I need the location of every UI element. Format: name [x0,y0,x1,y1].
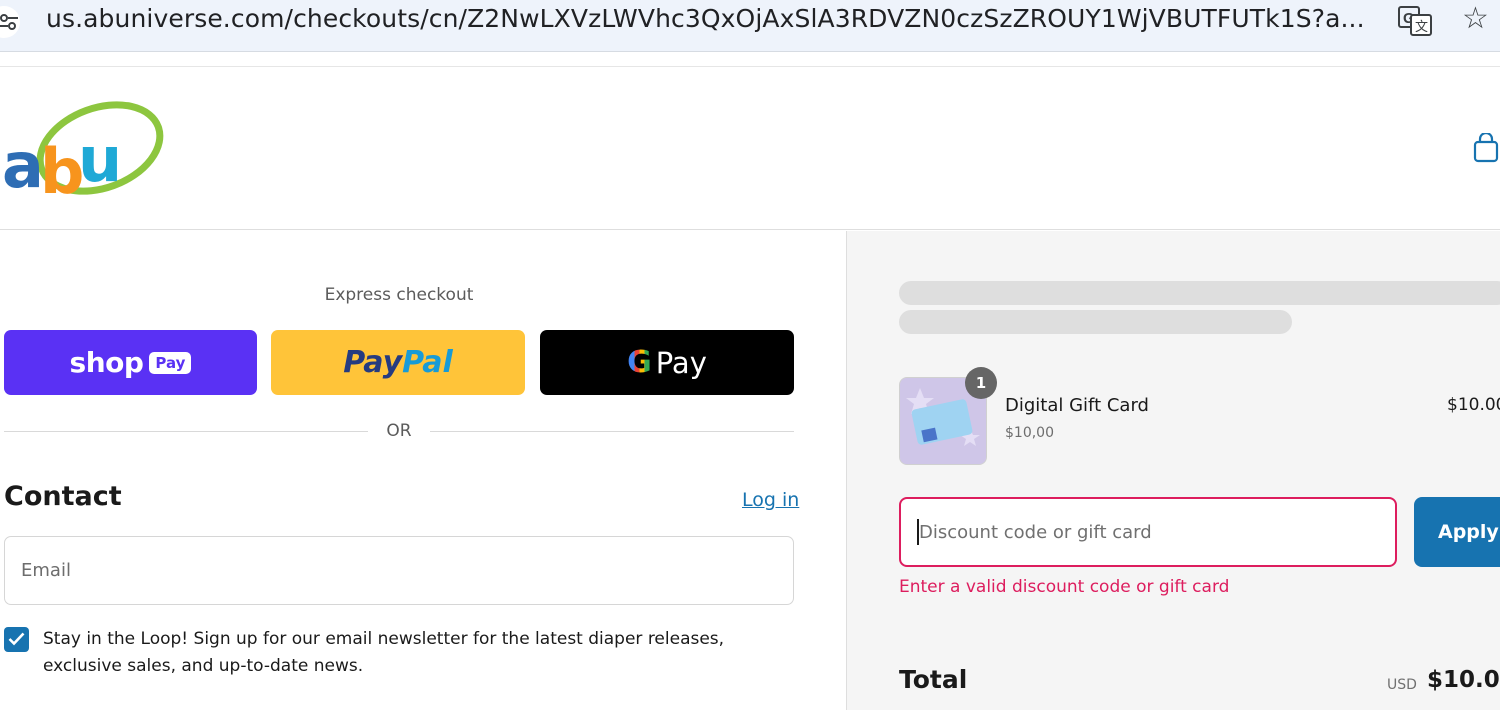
or-divider: OR [4,419,794,443]
currency-code: USD [1387,677,1417,693]
divider-line-right [430,431,794,432]
google-pay-wordmark: Pay [655,345,707,380]
total-label: Total [899,665,968,694]
log-in-link[interactable]: Log in [742,489,799,511]
svg-text:u: u [78,123,122,196]
total-value: $10.00 [1427,667,1500,693]
item-quantity-badge: 1 [965,367,997,399]
url-text[interactable]: us.abuniverse.com/checkouts/cn/Z2NwLXVzL… [46,4,1364,33]
shop-pay-button[interactable]: shop Pay [4,330,257,395]
item-unit-price: $10,00 [1005,425,1054,441]
checkout-main: Express checkout shop Pay Pay Pal G Pay O… [0,231,846,710]
svg-text:a: a [2,129,44,202]
browser-address-bar: us.abuniverse.com/checkouts/cn/Z2NwLXVzL… [0,0,1500,52]
google-g-icon: G [627,345,652,380]
svg-text:文: 文 [1415,19,1428,34]
email-field[interactable] [4,536,794,605]
google-pay-button[interactable]: G Pay [540,330,794,395]
loading-skeleton-bar [899,310,1292,334]
divider-line-left [4,431,368,432]
discount-code-input[interactable] [899,497,1397,567]
item-name: Digital Gift Card [1005,395,1149,416]
contact-heading: Contact [4,481,122,512]
loading-skeleton-bar [899,281,1500,305]
order-summary: 1 Digital Gift Card $10,00 $10.00 Apply … [846,231,1500,710]
site-settings-icon[interactable] [0,6,20,38]
store-header: a b u [0,66,1500,230]
newsletter-label: Stay in the Loop! Sign up for our email … [43,629,725,676]
paypal-wordmark-2: Pal [402,345,453,380]
discount-error-message: Enter a valid discount code or gift card [899,577,1230,597]
paypal-wordmark-1: Pay [343,345,403,380]
abu-logo[interactable]: a b u [0,93,172,208]
apply-button[interactable]: Apply [1414,497,1500,567]
shopping-bag-icon[interactable] [1472,131,1500,163]
paypal-button[interactable]: Pay Pal [271,330,525,395]
translate-icon[interactable]: G 文 [1398,6,1432,36]
item-price: $10.00 [1447,395,1500,415]
or-text: OR [386,421,412,441]
text-cursor [917,519,919,545]
newsletter-checkbox[interactable] [4,627,29,652]
shop-pay-wordmark: shop [69,346,144,379]
shop-pay-badge: Pay [149,351,192,374]
express-checkout-label: Express checkout [324,285,474,305]
bookmark-star-icon[interactable]: ☆ [1462,2,1489,36]
